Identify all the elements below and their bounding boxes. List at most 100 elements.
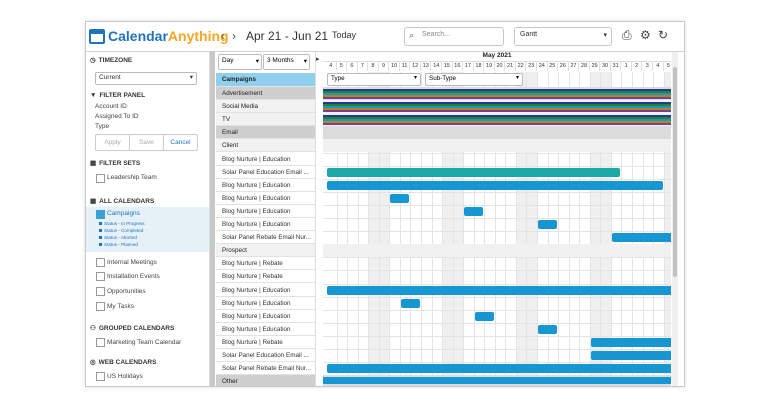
gantt-expand-arrow-icon[interactable]: ▸ — [316, 55, 320, 63]
gantt-row-label[interactable]: Blog Nurture | Education — [216, 192, 315, 205]
subtype-filter-select[interactable]: Sub-Type ▾ — [425, 73, 523, 86]
gantt-task-bar[interactable] — [327, 167, 621, 177]
sidebar-splitter[interactable] — [210, 52, 215, 386]
campaign-other-bar[interactable] — [323, 377, 671, 385]
refresh-icon[interactable]: ↻ — [658, 28, 668, 42]
gantt-task-bar[interactable] — [474, 311, 494, 321]
gear-icon[interactable]: ⚙ — [640, 28, 651, 42]
calendar-my-tasks[interactable]: My Tasks — [107, 303, 134, 310]
search-input[interactable]: ⌕ Search... — [404, 27, 504, 46]
calendar-marketing-team[interactable]: Marketing Team Calendar — [107, 339, 181, 346]
gantt-group-label[interactable]: Client — [216, 139, 315, 153]
gantt-task-bar[interactable] — [538, 220, 558, 229]
cancel-button[interactable]: Cancel — [164, 135, 197, 150]
gantt-task-bar[interactable] — [390, 193, 410, 203]
next-range-button[interactable]: › — [232, 29, 236, 43]
search-placeholder: Search... — [422, 31, 451, 38]
gantt-task-bar[interactable] — [400, 298, 420, 308]
calendar-internal-meetings[interactable]: Internal Meetings — [107, 259, 157, 266]
gantt-row-label[interactable]: Blog Nurture | Education — [216, 323, 315, 336]
scale-select[interactable]: Day ▾ — [218, 54, 262, 70]
today-button[interactable]: Today — [332, 30, 356, 40]
grid-row-line — [323, 309, 671, 311]
save-button[interactable]: Save — [130, 135, 164, 150]
gantt-row-label[interactable]: Blog Nurture | Rebate — [216, 336, 315, 349]
gantt-task-bar[interactable] — [464, 206, 484, 216]
filter-set-leadership-team[interactable]: Leadership Team — [107, 174, 157, 181]
gantt-task-bar[interactable] — [590, 337, 671, 347]
vertical-scroll-thumb[interactable] — [673, 67, 677, 277]
gantt-row-label[interactable]: Blog Nurture | Education — [216, 153, 315, 166]
gantt-group-label[interactable]: Advertisement — [216, 87, 315, 100]
gantt-row-label[interactable]: Solar Panel Education Email ... — [216, 349, 315, 362]
chevron-down-icon: ▾ — [603, 32, 607, 39]
day-header-cell: 17 — [463, 61, 474, 71]
gantt-row-label[interactable]: Blog Nurture | Rebate — [216, 257, 315, 271]
gantt-task-bar[interactable] — [327, 364, 671, 374]
gantt-task-bar[interactable] — [327, 285, 671, 295]
us-holidays-checkbox[interactable] — [96, 372, 105, 381]
internal-meetings-checkbox[interactable] — [96, 258, 105, 267]
calendar-installation-events[interactable]: Installation Events — [107, 273, 160, 280]
gantt-row-label[interactable]: Blog Nurture | Education — [216, 297, 315, 310]
filter-sets-heading: ▦ FILTER SETS — [90, 160, 141, 167]
legend-planned: Status - Planned — [99, 242, 138, 247]
gantt-task-bar[interactable] — [327, 180, 663, 190]
gantt-task-bar[interactable] — [590, 351, 671, 360]
gantt-row-label[interactable]: Blog Nurture | Rebate — [216, 270, 315, 284]
calendar-campaigns[interactable]: Campaigns — [107, 210, 140, 217]
chevron-down-icon: ▾ — [255, 58, 259, 65]
chevron-down-icon: ▾ — [303, 58, 307, 65]
gantt-row-label[interactable]: Solar Panel Rebate Email Nur... — [216, 362, 315, 376]
type-filter-select[interactable]: Type ▾ — [327, 73, 421, 86]
gantt-group-label[interactable]: Email — [216, 126, 315, 140]
legend-in-progress: Status - In Progress — [99, 221, 145, 226]
view-select-value: Gantt — [520, 31, 538, 38]
filter-field-type[interactable]: Type — [95, 123, 109, 130]
apply-button[interactable]: Apply — [96, 135, 130, 150]
gantt-row-label[interactable]: Blog Nurture | Education — [216, 179, 315, 192]
gantt-group-label[interactable]: Prospect — [216, 244, 315, 258]
gantt-row-label[interactable]: Blog Nurture | Education — [216, 205, 315, 218]
gantt-group-label[interactable]: Other — [216, 375, 315, 386]
installation-events-checkbox[interactable] — [96, 272, 105, 281]
gantt-task-bar[interactable] — [611, 233, 671, 243]
gantt-row-label[interactable]: Solar Panel Education Email ... — [216, 166, 315, 179]
gantt-row-label[interactable]: Blog Nurture | Education — [216, 218, 315, 231]
leadership-team-checkbox[interactable] — [96, 174, 105, 183]
timezone-select[interactable]: Current ▾ — [95, 72, 197, 85]
printer-icon[interactable]: ⎙ — [622, 28, 632, 43]
gantt-group-label[interactable]: TV — [216, 113, 315, 127]
calendar-opportunities[interactable]: Opportunities — [107, 288, 146, 295]
gantt-row-label[interactable]: Blog Nurture | Education — [216, 310, 315, 323]
filter-field-account-id[interactable]: Account ID — [95, 103, 127, 110]
day-header-cell: 5 — [337, 61, 348, 71]
legend-completed: Status - Completed — [99, 228, 143, 233]
gantt-task-bar[interactable] — [538, 324, 558, 334]
chevron-down-icon: ▾ — [515, 75, 519, 81]
chevron-down-icon: ▾ — [413, 75, 417, 81]
filter-field-assigned-to[interactable]: Assigned To ID — [95, 113, 139, 120]
campaign-stripe-bar[interactable] — [323, 96, 671, 100]
prev-range-button[interactable]: ‹ — [221, 29, 225, 43]
grid-row-line — [323, 362, 671, 364]
campaign-stripe-bar[interactable] — [323, 123, 671, 126]
day-header-cell: 13 — [421, 61, 432, 71]
day-header-cell: 6 — [347, 61, 358, 71]
campaigns-checkbox[interactable] — [96, 210, 105, 219]
gantt-row-label[interactable]: Solar Panel Rebate Email Nur... — [216, 231, 315, 245]
opportunities-checkbox[interactable] — [96, 287, 105, 296]
my-tasks-checkbox[interactable] — [96, 302, 105, 311]
day-header-cell: 4 — [653, 61, 664, 71]
calendar-us-holidays[interactable]: US Holidays — [107, 373, 143, 380]
day-header-cell: 19 — [484, 61, 495, 71]
calendar-logo-icon — [89, 28, 105, 44]
view-select[interactable]: Gantt ▾ — [514, 27, 612, 46]
gantt-row-label[interactable]: Blog Nurture | Education — [216, 284, 315, 297]
marketing-team-checkbox[interactable] — [96, 338, 105, 347]
span-select[interactable]: 3 Months ▾ — [263, 54, 310, 70]
timezone-heading: ◷ TIMEZONE — [90, 57, 133, 64]
day-header-cell: 9 — [379, 61, 390, 71]
campaign-stripe-bar[interactable] — [323, 110, 671, 113]
gantt-group-label[interactable]: Social Media — [216, 100, 315, 114]
